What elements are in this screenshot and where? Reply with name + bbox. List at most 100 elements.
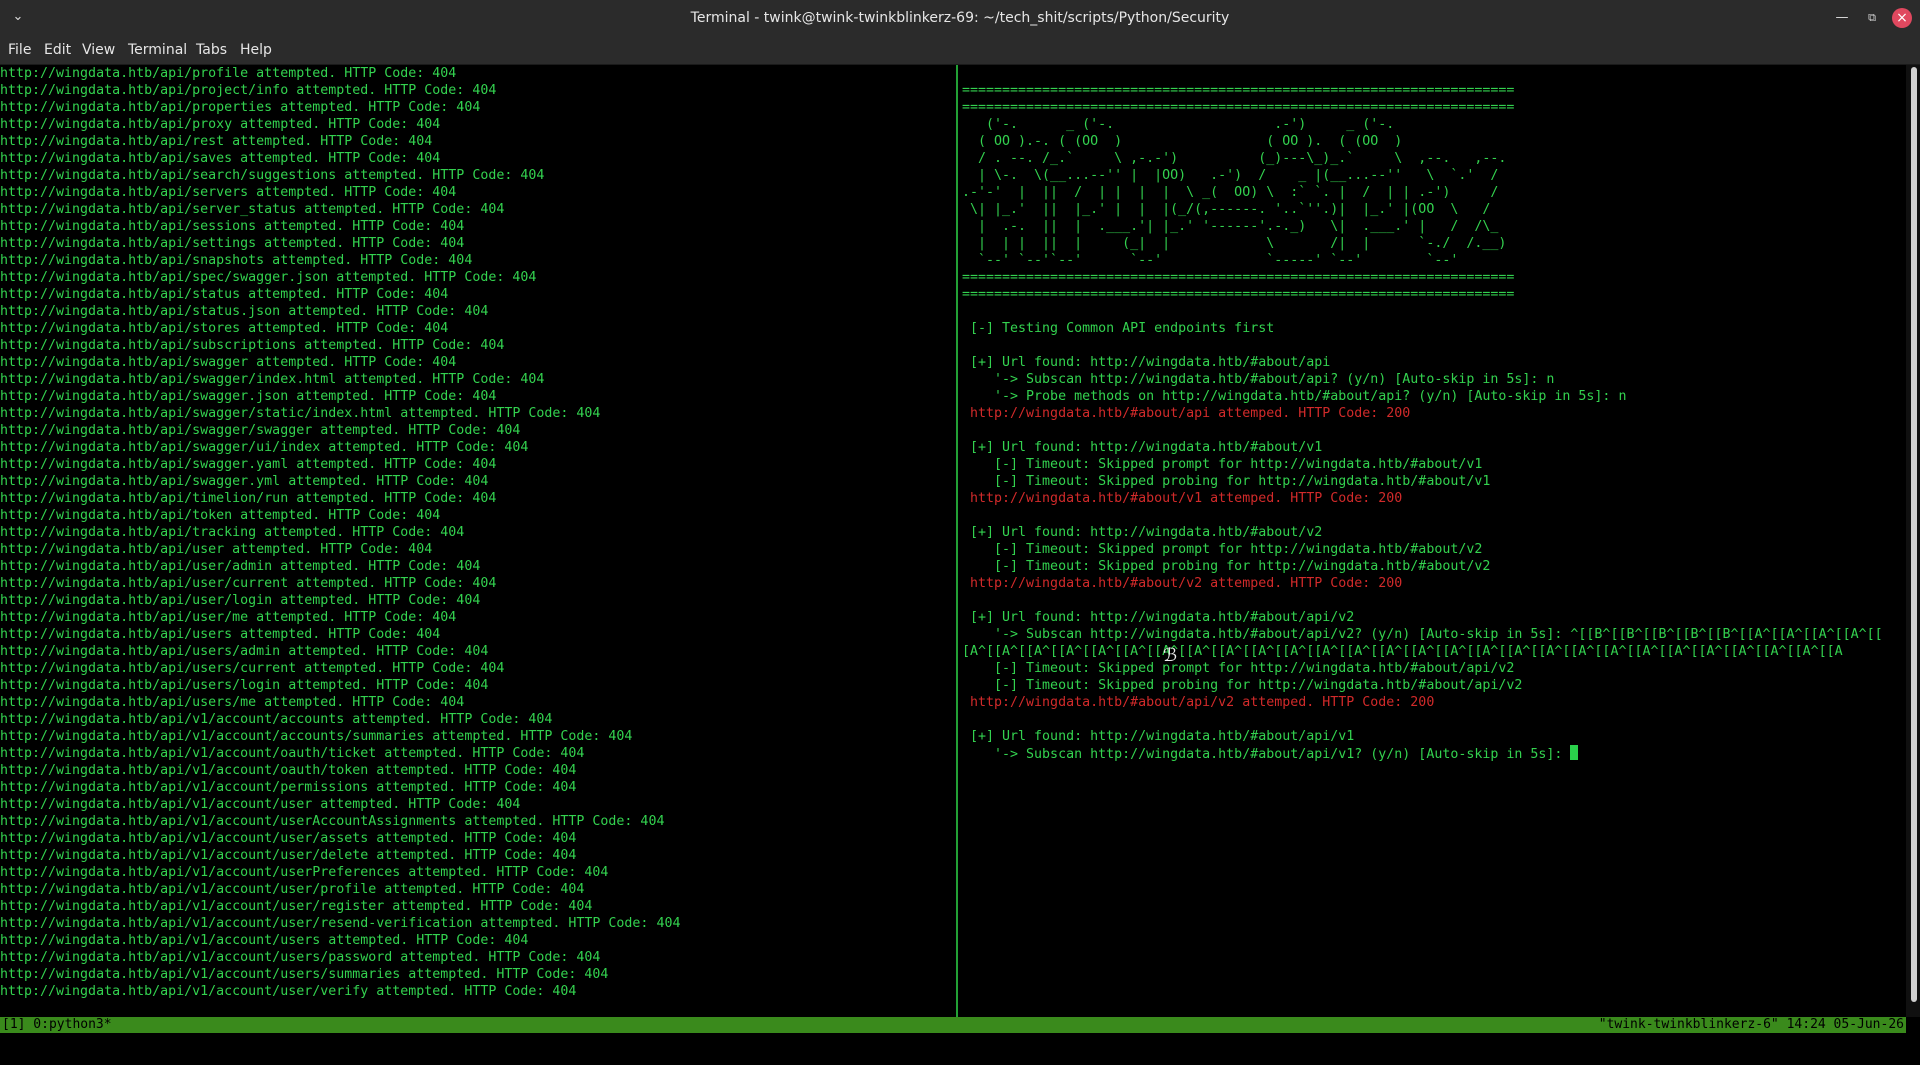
right-pane[interactable]: ========================================… <box>962 65 1906 1017</box>
terminal-line-text: http://wingdata.htb/#about/v1 attemped. … <box>962 491 1403 506</box>
terminal-line: [-] Timeout: Skipped probing for http://… <box>962 677 1906 694</box>
terminal-line: http://wingdata.htb/api/subscriptions at… <box>0 338 505 353</box>
terminal-line: http://wingdata.htb/api/snapshots attemp… <box>0 253 473 268</box>
status-host-time: "twink-twinkblinkerz-6" 14:24 05-Jun-26 <box>1598 1017 1904 1032</box>
terminal-line-text: '-> Subscan http://wingdata.htb/#about/a… <box>962 627 1883 642</box>
terminal-line: [+] Url found: http://wingdata.htb/#abou… <box>962 728 1906 745</box>
terminal-line-result: http://wingdata.htb/#about/api/v2 attemp… <box>962 694 1906 711</box>
terminal-line-text: ========================================… <box>962 270 1515 285</box>
terminal-line: '-> Subscan http://wingdata.htb/#about/a… <box>962 371 1906 388</box>
terminal-line: http://wingdata.htb/api/v1/account/user/… <box>0 831 577 846</box>
maximize-icon[interactable]: ⧉ <box>1862 8 1882 28</box>
terminal-line: http://wingdata.htb/api/swagger.json att… <box>0 389 497 404</box>
terminal-line: http://wingdata.htb/api/swagger.yml atte… <box>0 474 489 489</box>
menu-edit[interactable]: Edit <box>44 42 71 58</box>
menu-file[interactable]: File <box>8 42 31 58</box>
terminal-line: http://wingdata.htb/api/tracking attempt… <box>0 525 465 540</box>
terminal-line: ========================================… <box>962 269 1906 286</box>
close-icon[interactable]: × <box>1892 8 1912 28</box>
terminal-line: http://wingdata.htb/api/token attempted.… <box>0 508 441 523</box>
menu-help[interactable]: Help <box>240 42 272 58</box>
terminal-area[interactable]: http://wingdata.htb/api/profile attempte… <box>0 65 1920 1017</box>
terminal-line: http://wingdata.htb/api/v1/account/user/… <box>0 984 577 999</box>
terminal-line: http://wingdata.htb/api/users/admin atte… <box>0 644 489 659</box>
terminal-line: http://wingdata.htb/api/user/admin attem… <box>0 559 481 574</box>
terminal-line-text: ========================================… <box>962 100 1515 115</box>
terminal-line: http://wingdata.htb/api/user/me attempte… <box>0 610 457 625</box>
terminal-line-text: [A^[[A^[[A^[[A^[[A^[[A^[[A^[[A^[[A^[[A^[… <box>962 644 1843 659</box>
terminal-line: [-] Timeout: Skipped probing for http://… <box>962 558 1906 575</box>
terminal-line: [-] Timeout: Skipped probing for http://… <box>962 473 1906 490</box>
terminal-line: [+] Url found: http://wingdata.htb/#abou… <box>962 524 1906 541</box>
left-pane[interactable]: http://wingdata.htb/api/profile attempte… <box>0 65 955 1017</box>
terminal-line: http://wingdata.htb/api/users attempted.… <box>0 627 441 642</box>
terminal-line-result: http://wingdata.htb/#about/v2 attemped. … <box>962 575 1906 592</box>
terminal-line: http://wingdata.htb/api/project/info att… <box>0 83 497 98</box>
terminal-line: ========================================… <box>962 99 1906 116</box>
terminal-line: http://wingdata.htb/api/users/me attempt… <box>0 695 465 710</box>
menu-bar: File Edit View Terminal Tabs Help <box>0 36 1920 65</box>
terminal-line: http://wingdata.htb/api/v1/account/userA… <box>0 814 665 829</box>
terminal-line: [-] Timeout: Skipped prompt for http://w… <box>962 660 1906 677</box>
terminal-line-text: ========================================… <box>962 287 1515 302</box>
terminal-line-text: [-] Timeout: Skipped prompt for http://w… <box>962 542 1483 557</box>
terminal-line: http://wingdata.htb/api/settings attempt… <box>0 236 465 251</box>
terminal-line-text: [-] Timeout: Skipped prompt for http://w… <box>962 661 1515 676</box>
terminal-line: http://wingdata.htb/api/v1/account/accou… <box>0 712 553 727</box>
terminal-line-text: | | | || | (_| | \ /| | `-./ /.__) <box>962 236 1507 251</box>
terminal-line: http://wingdata.htb/api/user attempted. … <box>0 542 433 557</box>
terminal-line: ========================================… <box>962 82 1906 99</box>
menu-tabs[interactable]: Tabs <box>196 42 227 58</box>
terminal-line-text: http://wingdata.htb/#about/v2 attemped. … <box>962 576 1403 591</box>
terminal-line: http://wingdata.htb/api/spec/swagger.jso… <box>0 270 537 285</box>
terminal-line: http://wingdata.htb/api/rest attempted. … <box>0 134 433 149</box>
minimize-icon[interactable]: — <box>1832 8 1852 28</box>
terminal-line-text: '-> Subscan http://wingdata.htb/#about/a… <box>962 372 1555 387</box>
terminal-line: http://wingdata.htb/api/stores attempted… <box>0 321 449 336</box>
terminal-line: http://wingdata.htb/api/swagger/swagger … <box>0 423 521 438</box>
terminal-line: \| |_.' || |_.' | | |(_/(,------. '..`''… <box>962 201 1906 218</box>
terminal-line-text: '-> Subscan http://wingdata.htb/#about/a… <box>962 747 1571 762</box>
terminal-line: http://wingdata.htb/api/v1/account/accou… <box>0 729 633 744</box>
pane-divider[interactable] <box>956 65 958 1017</box>
terminal-line: http://wingdata.htb/api/v1/account/userP… <box>0 865 609 880</box>
terminal-line: http://wingdata.htb/api/proxy attempted.… <box>0 117 441 132</box>
title-bar: ⌄ Terminal - twink@twink-twinkblinkerz-6… <box>0 0 1920 36</box>
terminal-line: | | | || | (_| | \ /| | `-./ /.__) <box>962 235 1906 252</box>
terminal-line: http://wingdata.htb/api/v1/account/user/… <box>0 916 681 931</box>
terminal-line-text: [+] Url found: http://wingdata.htb/#abou… <box>962 610 1355 625</box>
terminal-line: http://wingdata.htb/api/swagger.yaml att… <box>0 457 497 472</box>
menu-view[interactable]: View <box>82 42 115 58</box>
terminal-line-text: [-] Testing Common API endpoints first <box>962 321 1275 336</box>
terminal-line-text: http://wingdata.htb/#about/api attemped.… <box>962 406 1411 421</box>
terminal-line: ========================================… <box>962 286 1906 303</box>
terminal-line: http://wingdata.htb/api/v1/account/users… <box>0 967 609 982</box>
terminal-line: `--' `--'`--' `--' `-----' `--' `--' <box>962 252 1906 269</box>
window-title: Terminal - twink@twink-twinkblinkerz-69:… <box>690 10 1230 26</box>
status-window-list[interactable]: [1] 0:python3* <box>2 1017 112 1033</box>
terminal-line: http://wingdata.htb/api/timelion/run att… <box>0 491 497 506</box>
terminal-line: http://wingdata.htb/api/v1/account/oauth… <box>0 763 577 778</box>
terminal-line: http://wingdata.htb/api/user/login attem… <box>0 593 481 608</box>
terminal-line: http://wingdata.htb/api/swagger/index.ht… <box>0 372 545 387</box>
terminal-line: http://wingdata.htb/api/users/current at… <box>0 661 505 676</box>
terminal-line: http://wingdata.htb/api/v1/account/oauth… <box>0 746 585 761</box>
terminal-line-text: ('-. _ ('-. .-') _ ('-. <box>962 117 1395 132</box>
terminal-line: http://wingdata.htb/api/profile attempte… <box>0 66 457 81</box>
terminal-line: [+] Url found: http://wingdata.htb/#abou… <box>962 609 1906 626</box>
terminal-line-text: http://wingdata.htb/#about/api/v2 attemp… <box>962 695 1435 710</box>
terminal-line: | \-. \(__...--'' | |OO) .-') / _ |(__..… <box>962 167 1906 184</box>
menu-terminal[interactable]: Terminal <box>128 42 187 58</box>
terminal-line: http://wingdata.htb/api/saves attempted.… <box>0 151 441 166</box>
terminal-line: http://wingdata.htb/api/status.json atte… <box>0 304 489 319</box>
terminal-line-text: [-] Timeout: Skipped probing for http://… <box>962 474 1491 489</box>
text-cursor-ibeam-icon: ℬ <box>1163 645 1178 666</box>
scrollbar-thumb[interactable] <box>1911 67 1917 1002</box>
terminal-line-text: '-> Probe methods on http://wingdata.htb… <box>962 389 1627 404</box>
terminal-line-text: [-] Timeout: Skipped probing for http://… <box>962 678 1523 693</box>
terminal-line: http://wingdata.htb/api/status attempted… <box>0 287 449 302</box>
terminal-line: [-] Timeout: Skipped prompt for http://w… <box>962 541 1906 558</box>
